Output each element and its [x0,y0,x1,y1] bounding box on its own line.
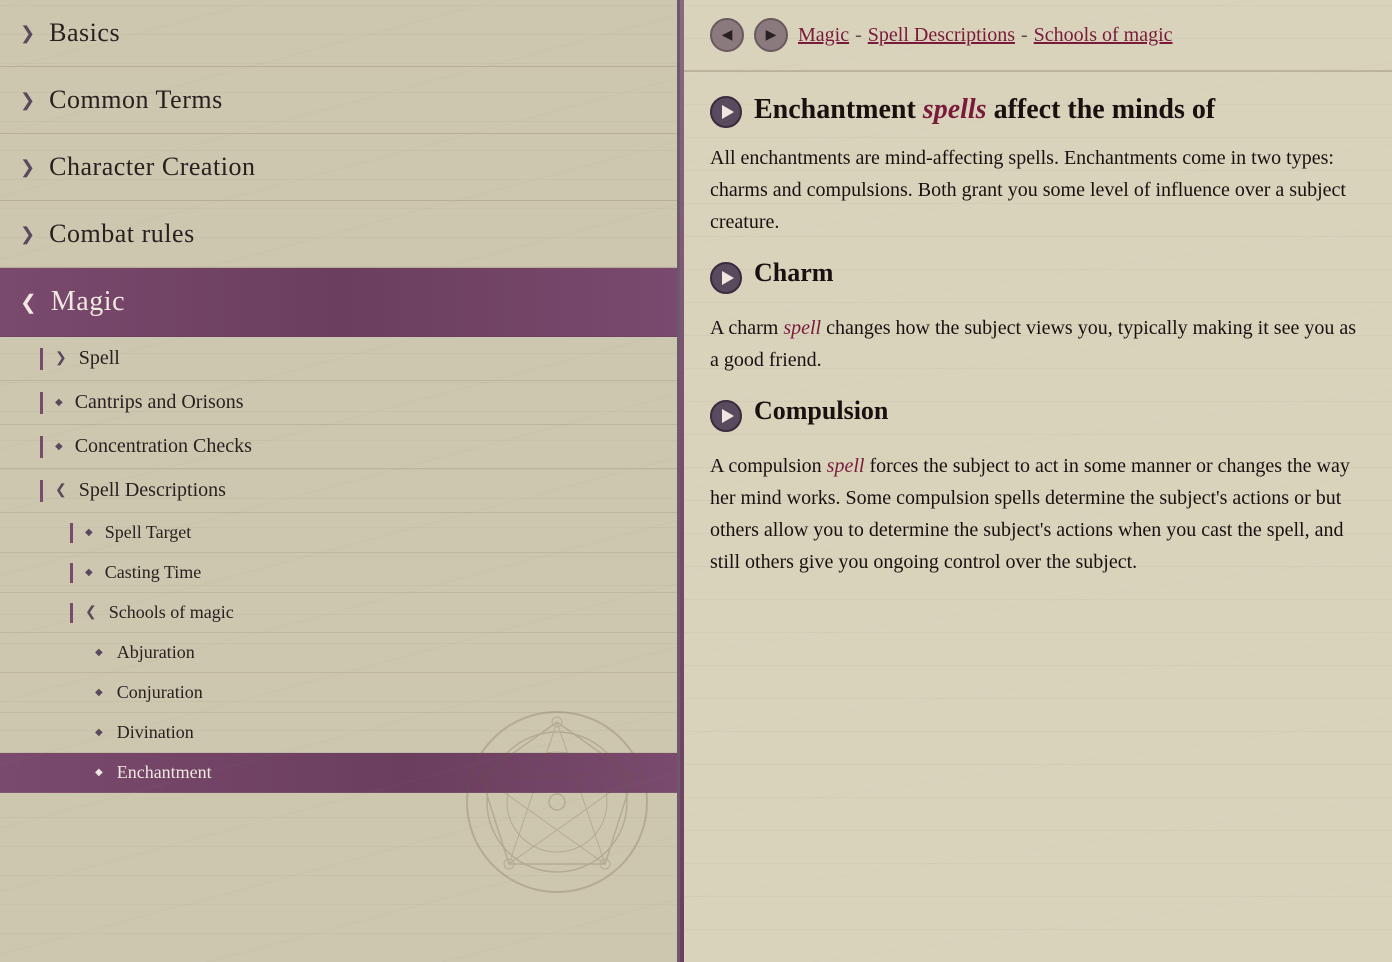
content-panel: ◀ ▶ Magic - Spell Descriptions - Schools… [680,0,1392,962]
charm-title: Charm [754,258,833,288]
bar-decoration [70,523,73,543]
bar-decoration [70,563,73,583]
bar-decoration [70,603,73,623]
magic-circle-decoration [457,702,657,902]
breadcrumb: ◀ ▶ Magic - Spell Descriptions - Schools… [680,0,1392,72]
abjuration-label: Abjuration [117,642,195,663]
sidebar: ❯ Basics ❯ Common Terms ❯ Character Crea… [0,0,680,962]
spell-label: Spell [79,347,120,370]
basics-label: Basics [49,18,120,48]
spell-arrow-icon: ❯ [55,350,67,367]
content-body: Enchantment spells affect the minds of A… [680,72,1392,618]
charm-section-header: Charm [710,258,1362,298]
spell-target-label: Spell Target [105,522,192,543]
forward-button[interactable]: ▶ [754,18,788,52]
breadcrumb-sep1: - [855,24,862,47]
concentration-diamond-icon: ◆ [55,441,63,452]
spell-desc-arrow-icon: ❮ [55,482,67,499]
divination-label: Divination [117,722,194,743]
character-creation-arrow-icon: ❯ [20,157,35,178]
charm-highlight: spell [783,317,821,339]
cantrips-diamond-icon: ◆ [55,397,63,408]
panel-divider [680,0,684,962]
enchantment-highlight-word: spells [923,94,987,125]
bar-decoration [40,436,43,458]
enchantment-section-title: Enchantment spells affect the minds of [754,92,1215,128]
compulsion-section-icon [710,400,742,432]
conjuration-diamond-icon: ◆ [95,687,103,698]
compulsion-text: A compulsion spell forces the subject to… [710,450,1362,578]
enchantment-title-rest: affect the minds of [994,94,1216,125]
concentration-label: Concentration Checks [75,435,252,458]
breadcrumb-magic-link[interactable]: Magic [798,24,849,47]
breadcrumb-spell-desc-link[interactable]: Spell Descriptions [868,24,1015,47]
sidebar-item-abjuration[interactable]: ◆ Abjuration [0,633,677,673]
character-creation-label: Character Creation [49,152,255,182]
casting-time-label: Casting Time [105,562,202,583]
sidebar-item-basics[interactable]: ❯ Basics [0,0,677,67]
sidebar-item-combat-rules[interactable]: ❯ Combat rules [0,201,677,268]
schools-arrow-icon: ❮ [85,604,97,621]
enchantment-section-icon [710,96,742,128]
enchantment-diamond-icon: ◆ [95,767,103,778]
compulsion-section-header: Compulsion [710,396,1362,436]
enchantment-label: Enchantment [117,762,212,783]
bar-decoration [40,392,43,414]
combat-rules-arrow-icon: ❯ [20,224,35,245]
play-triangle-icon [722,105,734,119]
magic-label: Magic [51,286,125,318]
magic-arrow-icon: ❮ [20,290,37,315]
play-triangle-icon [722,409,734,423]
charm-section: Charm A charm spell changes how the subj… [710,258,1362,376]
spell-descriptions-label: Spell Descriptions [79,479,226,502]
casting-time-diamond-icon: ◆ [85,567,93,578]
breadcrumb-links: Magic - Spell Descriptions - Schools of … [798,24,1173,47]
sidebar-item-casting-time[interactable]: ◆ Casting Time [0,553,677,593]
sidebar-item-schools-of-magic[interactable]: ❮ Schools of magic [0,593,677,633]
schools-label: Schools of magic [109,602,234,623]
conjuration-label: Conjuration [117,682,203,703]
play-triangle-icon [722,271,734,285]
charm-text: A charm spell changes how the subject vi… [710,312,1362,376]
common-terms-arrow-icon: ❯ [20,90,35,111]
compulsion-section: Compulsion A compulsion spell forces the… [710,396,1362,578]
enchantment-title-word: Enchantment [754,94,916,125]
sidebar-item-spell-target[interactable]: ◆ Spell Target [0,513,677,553]
breadcrumb-schools-link[interactable]: Schools of magic [1034,24,1173,47]
cantrips-label: Cantrips and Orisons [75,391,244,414]
charm-section-icon [710,262,742,294]
abjuration-diamond-icon: ◆ [95,647,103,658]
compulsion-title: Compulsion [754,396,888,426]
bar-decoration [40,480,43,502]
forward-icon: ▶ [766,27,777,44]
sidebar-item-spell-descriptions[interactable]: ❮ Spell Descriptions [0,469,677,513]
spell-target-diamond-icon: ◆ [85,527,93,538]
enchantment-section-header: Enchantment spells affect the minds of [710,92,1362,128]
sidebar-item-cantrips[interactable]: ◆ Cantrips and Orisons [0,381,677,425]
sidebar-item-magic[interactable]: ❮ Magic [0,268,677,337]
bar-decoration [40,348,43,370]
sidebar-item-common-terms[interactable]: ❯ Common Terms [0,67,677,134]
divination-diamond-icon: ◆ [95,727,103,738]
combat-rules-label: Combat rules [49,219,195,249]
back-icon: ◀ [722,27,733,44]
breadcrumb-sep2: - [1021,24,1028,47]
enchantment-intro-text: All enchantments are mind-affecting spel… [710,142,1362,238]
common-terms-label: Common Terms [49,85,223,115]
sidebar-item-concentration[interactable]: ◆ Concentration Checks [0,425,677,469]
basics-arrow-icon: ❯ [20,23,35,44]
sidebar-item-character-creation[interactable]: ❯ Character Creation [0,134,677,201]
compulsion-highlight: spell [827,455,865,477]
back-button[interactable]: ◀ [710,18,744,52]
sidebar-item-spell[interactable]: ❯ Spell [0,337,677,381]
